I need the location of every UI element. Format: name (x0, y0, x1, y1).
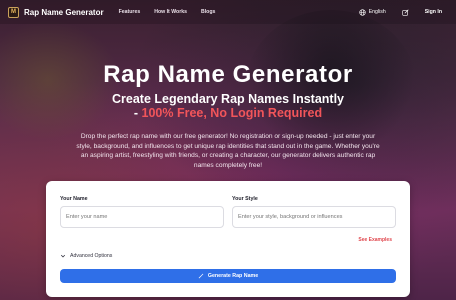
brand-name[interactable]: Rap Name Generator (24, 8, 104, 17)
brand[interactable]: M Rap Name Generator (8, 6, 104, 18)
advanced-options-toggle[interactable]: Advanced Options (60, 253, 112, 259)
edit-button[interactable] (402, 8, 409, 16)
chevron-down-icon (60, 254, 66, 258)
style-label: Your Style (232, 196, 258, 202)
name-input[interactable] (60, 206, 224, 228)
hero-subtitle-prefix: - (133, 106, 142, 120)
generate-button-label: Generate Rap Name (207, 273, 259, 279)
edit-icon (402, 8, 409, 16)
nav-link-features[interactable]: Features (119, 9, 141, 15)
magic-wand-icon (198, 273, 204, 279)
nav-link-how-it-works[interactable]: How It Works (154, 9, 187, 15)
hero-description: Drop the perfect rap name with our free … (76, 133, 380, 169)
hero-subtitle: Create Legendary Rap Names Instantly (111, 92, 345, 106)
hero-subtitle-line2: - 100% Free, No Login Required (0, 106, 456, 120)
nav-links: Features How It Works Blogs (119, 9, 216, 15)
generator-card: Your Name Your Style See Examples Advanc… (46, 181, 410, 297)
hero-free-highlight: 100% Free, No Login Required (141, 106, 323, 120)
language-selector[interactable]: English (359, 8, 386, 16)
globe-icon (359, 8, 366, 16)
style-input[interactable] (232, 206, 396, 228)
microphone-logo-icon: M (8, 6, 19, 18)
name-label: Your Name (60, 196, 88, 202)
generate-button[interactable]: Generate Rap Name (60, 269, 396, 283)
nav-link-blogs[interactable]: Blogs (201, 9, 215, 15)
see-examples-link[interactable]: See Examples (358, 237, 392, 243)
advanced-options-label: Advanced Options (70, 253, 113, 259)
nav-right: English Sign In (359, 8, 448, 16)
hero: Rap Name Generator Create Legendary Rap … (0, 62, 456, 170)
page-title: Rap Name Generator (103, 61, 353, 88)
top-nav: M Rap Name Generator Features How It Wor… (0, 0, 456, 24)
sign-in-link[interactable]: Sign In (425, 9, 442, 15)
language-label: English (368, 9, 386, 15)
